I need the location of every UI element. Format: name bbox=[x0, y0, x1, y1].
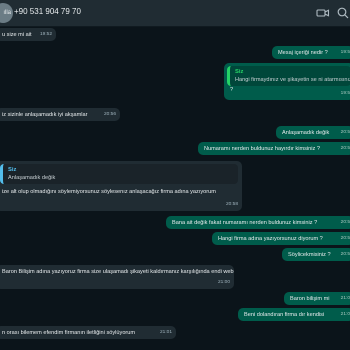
message-time: 20:56 bbox=[103, 112, 116, 117]
outgoing-message[interactable]: Söylicekmisiniz ? 20:5 bbox=[282, 248, 350, 261]
message-text: n orası bilemem efendim firmanın iletliğ… bbox=[2, 330, 136, 336]
incoming-message[interactable]: iz sizinle anlaşamadık iyi akşamlar 20:5… bbox=[0, 108, 120, 121]
message-text: Baron Bilişim adına yazıyoruz firma size… bbox=[2, 269, 210, 275]
message-time: 20:5 bbox=[340, 220, 350, 225]
message-text: u size mi ait bbox=[2, 32, 32, 38]
outgoing-message[interactable]: Numaramı nerden buldunuz hayırdır kimsin… bbox=[198, 142, 350, 155]
incoming-message[interactable]: Baron Bilişim adına yazıyoruz firma size… bbox=[0, 265, 234, 289]
outgoing-message[interactable]: Anlaşamadık değik 20:5 bbox=[276, 126, 350, 139]
quoted-message[interactable]: Siz Hangi firmaydınız ve şikayetin se ni… bbox=[227, 66, 350, 86]
message-time: 20:5 bbox=[340, 146, 350, 151]
message-text: Anlaşamadık değik bbox=[282, 130, 330, 136]
outgoing-message[interactable]: Hangi firma adına yazıyorsunuz diyorum ?… bbox=[212, 232, 350, 245]
message-time: 21:01 bbox=[159, 330, 172, 335]
message-text-line-2: endi web sitesinden her hangi bir ürünü … bbox=[211, 269, 234, 275]
outgoing-message[interactable]: Siz Hangi firmaydınız ve şikayetin se ni… bbox=[224, 63, 350, 100]
quote-text: Hangi firmaydınız ve şikayetin se ni ata… bbox=[235, 77, 350, 83]
search-icon[interactable] bbox=[336, 6, 350, 20]
message-time: 20:5 bbox=[340, 236, 350, 241]
message-time: 19:5 bbox=[340, 50, 350, 55]
outgoing-message[interactable]: Beni dolandıran firma dır kendisi 21:0 bbox=[238, 308, 350, 321]
message-text: Bana ait değik fakat numaramı nerden bul… bbox=[172, 220, 318, 226]
contact-phone[interactable]: +90 531 904 79 70 bbox=[14, 7, 81, 16]
message-time: 21:00 bbox=[217, 280, 230, 285]
outgoing-message[interactable]: Bana ait değik fakat numaramı nerden bul… bbox=[166, 216, 350, 229]
video-call-icon[interactable] bbox=[316, 6, 330, 20]
message-list[interactable]: u size mi ait 19:52 Mesaj içeriği nedir … bbox=[0, 26, 350, 350]
message-time: 20:5 bbox=[340, 252, 350, 257]
message-text: iz sizinle anlaşamadık iyi akşamlar bbox=[2, 112, 88, 118]
message-text: ize alt olup olmadığını söylemiyorsunuz … bbox=[2, 189, 216, 195]
message-text: Mesaj içeriği nedir ? bbox=[278, 50, 328, 56]
chat-header: ılla +90 531 904 79 70 bbox=[0, 0, 350, 27]
message-time: 20:58 bbox=[225, 202, 238, 207]
message-time: 20:5 bbox=[340, 130, 350, 135]
message-time: 19:5 bbox=[340, 91, 350, 96]
incoming-message[interactable]: n orası bilemem efendim firmanın iletliğ… bbox=[0, 326, 176, 339]
incoming-message[interactable]: Siz Anlaşamadık değik ize alt olup olmad… bbox=[0, 161, 242, 211]
message-text: Baron bilişim mi bbox=[290, 296, 330, 302]
message-text: Hangi firma adına yazıyorsunuz diyorum ? bbox=[218, 236, 323, 242]
message-time: 21:0 bbox=[340, 296, 350, 301]
message-time: 19:52 bbox=[39, 32, 52, 37]
message-time: 21:0 bbox=[340, 312, 350, 317]
quote-text: Anlaşamadık değik bbox=[8, 175, 56, 181]
outgoing-message[interactable]: Baron bilişim mi 21:0 bbox=[284, 292, 350, 305]
message-text: Numaramı nerden buldunuz hayırdır kimsin… bbox=[204, 146, 320, 152]
incoming-message[interactable]: u size mi ait 19:52 bbox=[0, 28, 56, 41]
quoted-message[interactable]: Siz Anlaşamadık değik bbox=[0, 164, 238, 184]
outgoing-message[interactable]: Mesaj içeriği nedir ? 19:5 bbox=[272, 46, 350, 59]
message-text: ? bbox=[230, 87, 234, 93]
avatar[interactable]: ılla bbox=[0, 3, 13, 23]
quote-author: Siz bbox=[235, 69, 244, 75]
message-text: Beni dolandıran firma dır kendisi bbox=[244, 312, 325, 318]
message-text: Söylicekmisiniz ? bbox=[288, 252, 331, 258]
quote-author: Siz bbox=[8, 167, 17, 173]
